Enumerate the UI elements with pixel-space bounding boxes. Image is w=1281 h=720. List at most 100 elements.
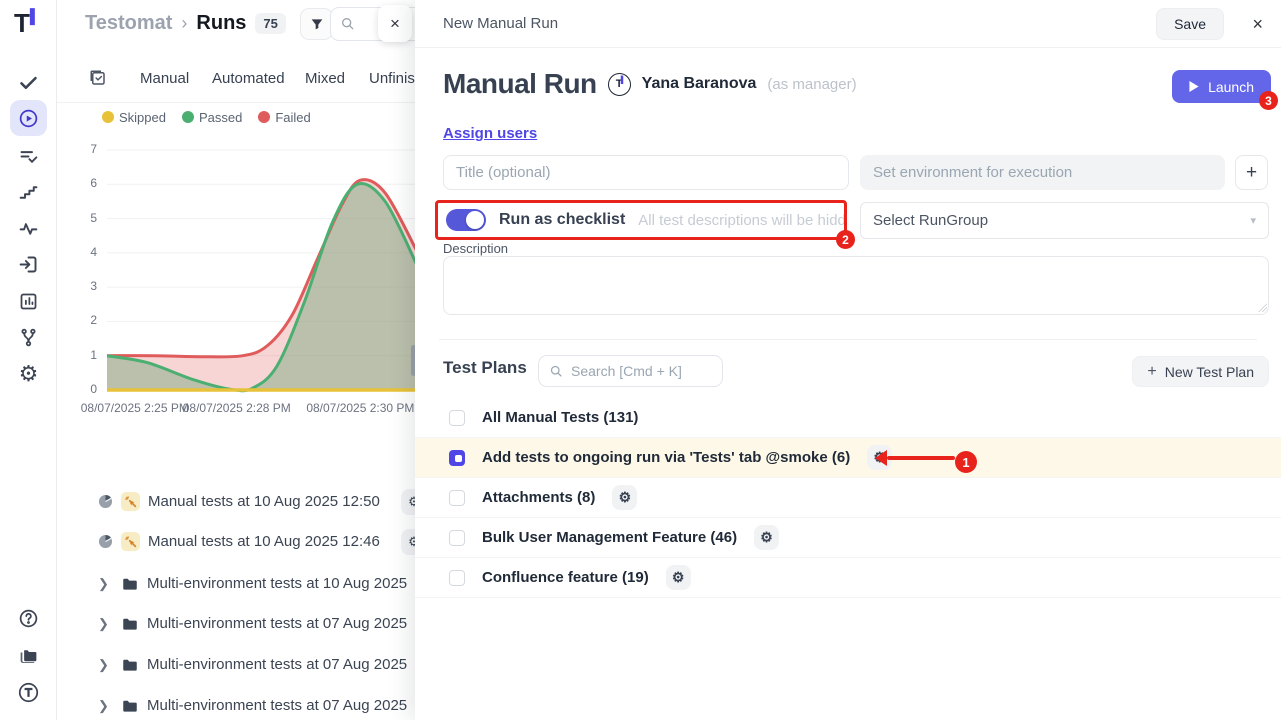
test-plan-row[interactable]: Add tests to ongoing run via 'Tests' tab…	[415, 438, 1281, 478]
launch-button[interactable]: Launch	[1172, 70, 1271, 103]
search-icon	[549, 364, 564, 379]
chevron-right-icon[interactable]: ❯	[98, 657, 113, 673]
description-textarea[interactable]	[443, 256, 1269, 315]
run-list-item[interactable]: Manual tests at 10 Aug 2025 12:50⚙	[57, 488, 415, 515]
filter-button[interactable]	[300, 8, 333, 40]
tab-automated[interactable]: Automated	[212, 70, 285, 87]
run-group-item[interactable]: ❯ Multi-environment tests at 07 Aug 2025	[57, 651, 415, 678]
checklist-annotation-box: Run as checklist All test descriptions w…	[435, 200, 847, 240]
test-plan-row[interactable]: Attachments (8)⚙	[415, 478, 1281, 518]
test-plan-checkbox[interactable]	[449, 450, 465, 466]
run-group-item[interactable]: ❯Multi-environment tests at 07 Aug 2025	[57, 610, 415, 637]
gear-icon[interactable]: ⚙	[10, 356, 47, 392]
play-icon	[1189, 81, 1199, 92]
rungroup-select[interactable]: Select RunGroup ▾	[860, 202, 1269, 239]
save-button[interactable]: Save	[1156, 8, 1224, 40]
add-environment-button[interactable]: +	[1235, 155, 1268, 190]
folder-icon	[121, 575, 139, 593]
y-axis-tick: 7	[57, 142, 97, 156]
x-axis-tick: 08/07/2025 2:30 PM	[306, 401, 414, 415]
test-plan-checkbox[interactable]	[449, 490, 465, 506]
assign-users-link[interactable]: Assign users	[443, 125, 537, 142]
run-as-checklist-toggle[interactable]	[446, 209, 486, 231]
folder-icon	[121, 697, 139, 715]
run-list-item[interactable]: Manual tests at 10 Aug 2025 12:46 ⚙	[57, 528, 415, 555]
test-plans-search-input[interactable]: Search [Cmd + K]	[538, 355, 723, 387]
breadcrumb-separator: ›	[181, 13, 187, 34]
run-label: Manual tests at 10 Aug 2025 12:46	[148, 533, 380, 550]
gear-icon[interactable]: ⚙	[612, 485, 637, 510]
owner-role: (as manager)	[767, 76, 856, 93]
chart-legend: Skipped Passed Failed	[102, 110, 311, 125]
run-group-item[interactable]: ❯ Multi-environment tests at 10 Aug 2025	[57, 570, 415, 597]
close-icon[interactable]: ×	[1252, 14, 1263, 35]
test-plan-checkbox[interactable]	[449, 410, 465, 426]
check-icon[interactable]	[10, 64, 47, 100]
progress-pie-icon	[98, 494, 113, 509]
description-label: Description	[443, 241, 508, 256]
run-group-item[interactable]: ❯Multi-environment tests at 07 Aug 2025	[57, 692, 415, 719]
y-axis-tick: 1	[57, 348, 97, 362]
avatar[interactable]: T▌	[608, 73, 631, 96]
test-plan-row[interactable]: Confluence feature (19)⚙	[415, 558, 1281, 598]
breadcrumb-project[interactable]: Testomat	[85, 12, 172, 35]
test-plans-heading: Test Plans	[443, 358, 527, 378]
legend-label: Failed	[275, 110, 310, 125]
runs-page: Testomat › Runs 75 × Manual Automated Mixe…	[57, 0, 415, 720]
chevron-right-icon[interactable]: ❯	[98, 576, 113, 592]
new-test-plan-button[interactable]: + New Test Plan	[1132, 356, 1269, 387]
environment-input[interactable]	[860, 155, 1225, 190]
branch-icon[interactable]	[10, 319, 47, 355]
gear-icon[interactable]: ⚙	[401, 529, 415, 555]
legend-item-failed: Failed	[258, 110, 310, 125]
progress-pie-icon	[98, 534, 113, 549]
chevron-right-icon[interactable]: ❯	[98, 698, 113, 714]
folders-icon[interactable]	[10, 637, 47, 673]
resize-handle[interactable]	[1258, 303, 1267, 312]
report-icon[interactable]	[10, 283, 47, 319]
legend-label: Passed	[199, 110, 242, 125]
import-icon[interactable]	[10, 246, 47, 282]
legend-dot	[182, 111, 194, 123]
steps-icon[interactable]	[10, 174, 47, 210]
runs-count-badge: 75	[255, 13, 285, 34]
legend-dot	[258, 111, 270, 123]
y-axis-tick: 2	[57, 313, 97, 327]
divider	[439, 339, 1257, 340]
breadcrumb-page[interactable]: Runs	[196, 12, 246, 35]
logo-circle-icon[interactable]	[10, 674, 47, 710]
annotation-badge-3: 3	[1259, 91, 1278, 110]
chevron-down-icon: ▾	[1250, 214, 1256, 227]
select-runs-icon[interactable]	[89, 69, 107, 92]
list-check-icon[interactable]	[10, 138, 47, 174]
gear-icon[interactable]: ⚙	[666, 565, 691, 590]
test-plan-checkbox[interactable]	[449, 570, 465, 586]
chevron-right-icon[interactable]: ❯	[98, 616, 113, 632]
run-label: Multi-environment tests at 07 Aug 2025	[147, 656, 407, 673]
tab-unfinished[interactable]: Unfinished	[369, 70, 415, 87]
y-axis-tick: 6	[57, 176, 97, 190]
test-plan-checkbox[interactable]	[449, 530, 465, 546]
test-plan-label: Add tests to ongoing run via 'Tests' tab…	[482, 449, 850, 466]
pulse-icon[interactable]	[10, 210, 47, 246]
help-icon[interactable]	[10, 600, 47, 636]
tab-mixed[interactable]: Mixed	[305, 70, 345, 87]
run-type-tabs: Manual Automated Mixed Unfinished	[57, 60, 415, 103]
play-circle-icon[interactable]	[10, 100, 47, 136]
app-logo[interactable]: T▌	[14, 8, 40, 39]
plus-icon: +	[1147, 363, 1156, 381]
run-title-input[interactable]	[443, 155, 849, 190]
test-plan-row[interactable]: Bulk User Management Feature (46)⚙	[415, 518, 1281, 558]
legend-item-skipped: Skipped	[102, 110, 166, 125]
folder-icon	[121, 615, 139, 633]
search-icon	[340, 16, 356, 32]
gear-icon[interactable]: ⚙	[401, 489, 415, 515]
breadcrumb: Testomat › Runs 75	[85, 12, 286, 35]
run-label: Multi-environment tests at 10 Aug 2025	[147, 575, 407, 592]
folder-icon	[121, 656, 139, 674]
test-plan-row[interactable]: All Manual Tests (131)	[415, 398, 1281, 438]
page-title: Manual Run	[443, 68, 597, 100]
tab-manual[interactable]: Manual	[140, 70, 189, 87]
clear-search-button[interactable]: ×	[378, 5, 412, 42]
gear-icon[interactable]: ⚙	[754, 525, 779, 550]
